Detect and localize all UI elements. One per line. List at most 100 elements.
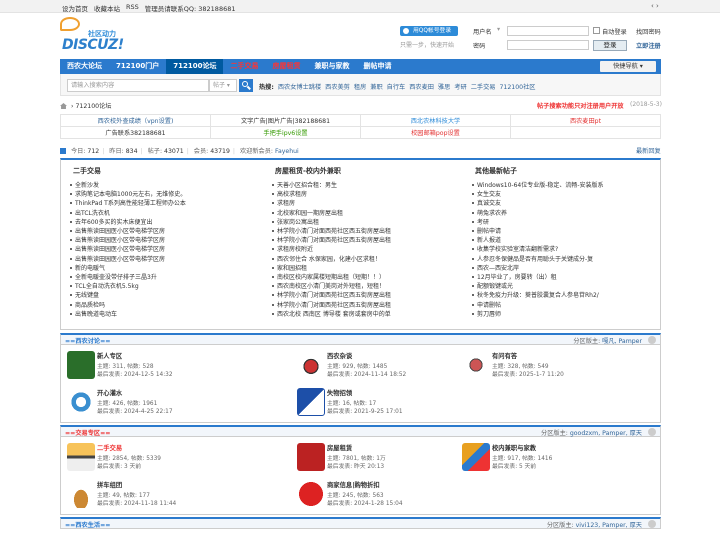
hot-search-link[interactable]: 兼职: [370, 82, 382, 91]
thread-item[interactable]: 出售熊读田园医小区带电梯学区房: [67, 245, 267, 254]
thread-item[interactable]: 出售熊读田园医小区带电梯学区房: [67, 255, 267, 264]
thread-item[interactable]: 12月毕业了，房要转（出）租: [469, 273, 669, 282]
quick-nav-button[interactable]: 快捷导航 ▾: [600, 61, 656, 72]
forum-name[interactable]: 拼车组团: [97, 480, 122, 489]
thread-title[interactable]: 高校求租房: [277, 191, 307, 198]
thread-item[interactable]: 西农北校 西南区 博导楼 套房或套房中的单: [269, 310, 469, 319]
thread-title[interactable]: 秋冬免疫力升级：葵普胶囊复合人参皂苷Rh2/: [477, 292, 599, 299]
hot-search-link[interactable]: 712100社区: [499, 82, 535, 91]
qa-icon[interactable]: [462, 351, 490, 379]
thread-title[interactable]: 西农南校区小清门美岗对外短租，短租！: [277, 283, 385, 290]
thread-item[interactable]: 新的电暖气: [67, 264, 267, 273]
section-title[interactable]: ==西农讨论==: [65, 336, 111, 345]
carpool-icon[interactable]: [67, 480, 95, 508]
thread-title[interactable]: 12月毕业了，房要转（出）租: [477, 274, 557, 281]
hot-search-link[interactable]: 西农麦田: [409, 82, 434, 91]
hot-search-link[interactable]: 西农女博士跳楼: [278, 82, 321, 91]
thread-item[interactable]: 人参忍冬保健品是否有用聪头于关键成分-复: [469, 255, 669, 264]
forum-last-post[interactable]: 最后发表: 2024-12-5 14:32: [97, 369, 173, 378]
thread-title[interactable]: 求租房: [277, 200, 295, 207]
set-homepage-link[interactable]: 设为首页: [62, 3, 88, 13]
thread-title[interactable]: 出TCL洗衣机: [75, 210, 110, 217]
thread-title[interactable]: 出售熊读田园医小区带电梯学区房: [75, 246, 165, 253]
collapse-toggle-icon[interactable]: [648, 336, 656, 344]
thread-item[interactable]: 收集学校实验室清洁翻新需求?: [469, 245, 669, 254]
forum-item[interactable]: 校内兼职与家教 主题: 917, 帖数: 1416 最后发表: 5 天前: [456, 440, 651, 476]
newest-member-link[interactable]: Fayehui: [275, 148, 299, 155]
thread-title[interactable]: 人参忍冬保健品是否有用聪头于关键成分-复: [477, 256, 593, 263]
section-title[interactable]: ==西农生活==: [65, 520, 111, 529]
thread-item[interactable]: 出售熊读田园医小区带电梯学区房: [67, 227, 267, 236]
thread-title[interactable]: 新人报道: [477, 237, 501, 244]
thread-title[interactable]: 申请删帖: [477, 302, 501, 309]
thread-title[interactable]: 天善小区招合租：男生: [277, 182, 337, 189]
ad-cell[interactable]: 文字广告|图片广告|382188681: [210, 114, 361, 127]
site-logo[interactable]: 社区动力 DISCUZ!: [60, 17, 130, 55]
thread-title[interactable]: Windows10-64位专业版-稳定、流畅-安装版系: [477, 182, 604, 189]
qq-login-button[interactable]: 用QQ帐号登录: [400, 26, 458, 36]
thread-item[interactable]: 林学院小清门对面西苑社区西五街房屋出租: [269, 227, 469, 236]
thread-title[interactable]: 出售熊读田园医小区带电梯学区房: [75, 228, 165, 235]
forum-last-post[interactable]: 最后发表: 2025-1-7 11:20: [492, 369, 564, 378]
topbar-arrows-icon[interactable]: ‹ ›: [651, 2, 659, 10]
thread-item[interactable]: 出售熊读田园医小区带电梯学区房: [67, 236, 267, 245]
thread-title[interactable]: 真诚交友: [477, 200, 501, 207]
thread-item[interactable]: 配额锻键或光: [469, 282, 669, 291]
nav-item[interactable]: 房屋租赁: [265, 59, 307, 74]
forum-last-post[interactable]: 最后发表: 2024-1-28 15:04: [327, 498, 403, 507]
search-type-select[interactable]: 帖子 ▾: [209, 79, 237, 92]
thread-item[interactable]: 商品质检吗: [67, 301, 267, 310]
thread-item[interactable]: Windows10-64位专业版-稳定、流畅-安装版系: [469, 181, 669, 190]
forum-item[interactable]: 失物招领 主题: 16, 帖数: 17 最后发表: 2021-9-25 17:01: [291, 385, 486, 421]
thread-title[interactable]: 西农—西安北岸: [477, 265, 519, 272]
login-button[interactable]: 登录: [593, 40, 627, 51]
forum-name[interactable]: 二手交易: [97, 443, 122, 452]
username-dropdown-icon[interactable]: ▾: [497, 26, 500, 33]
thread-item[interactable]: 去年600多买的实木床便宜出: [67, 218, 267, 227]
chat-icon[interactable]: [297, 351, 325, 379]
forum-last-post[interactable]: 最后发表: 2024-11-18 11:44: [97, 498, 176, 507]
nav-item[interactable]: 兼职与家教: [307, 59, 356, 74]
section-title[interactable]: ==交易专区==: [65, 428, 111, 437]
thread-title[interactable]: 去年600多买的实木床便宜出: [75, 219, 152, 226]
thread-title[interactable]: 出售晚道电动车: [75, 311, 117, 318]
thread-title[interactable]: 林学院小清门对面西苑社区西五街房屋出租: [277, 302, 391, 309]
home-icon[interactable]: [60, 103, 67, 109]
thread-title[interactable]: 新的电暖气: [75, 265, 105, 272]
username-input[interactable]: [507, 26, 589, 36]
thread-item[interactable]: 北校家和园一期房屋出租: [269, 209, 469, 218]
forum-last-post[interactable]: 最后发表: 2021-9-25 17:01: [327, 406, 403, 415]
thread-title[interactable]: 林学院小清门对面西苑社区西五街房屋出租: [277, 292, 391, 299]
thread-title[interactable]: 全新沙发: [75, 182, 99, 189]
thread-title[interactable]: 剪刀唇师: [477, 311, 501, 318]
forum-name[interactable]: 失物招领: [327, 388, 352, 397]
thread-item[interactable]: ThinkPad T系列高性能轻薄工程师办公本: [67, 199, 267, 208]
forum-item[interactable]: 商家信息|购物折扣 主题: 245, 帖数: 563 最后发表: 2024-1-28…: [291, 477, 486, 513]
site-notice[interactable]: 帖子搜索功能只对注册用户开放: [537, 101, 624, 110]
thread-item[interactable]: 天善小区招合租：男生: [269, 181, 469, 190]
ad-cell[interactable]: 西北农林科技大学: [360, 114, 511, 127]
ad-cell[interactable]: 西农校外查成绩（vpn设置): [60, 114, 211, 127]
thread-item[interactable]: 求购笔记本电脑1000元左右，无维修史。: [67, 190, 267, 199]
collapse-toggle-icon[interactable]: [648, 520, 656, 528]
thread-title[interactable]: 出售熊读田园医小区带电梯学区房: [75, 237, 165, 244]
thread-item[interactable]: 南校区校内家属楼短期出租（短期！！）: [269, 273, 469, 282]
thread-title[interactable]: 商品质检吗: [75, 302, 105, 309]
thread-item[interactable]: 家和园招租: [269, 264, 469, 273]
hot-search-link[interactable]: 自行车: [387, 82, 406, 91]
thread-item[interactable]: 秋冬免疫力升级：葵普胶囊复合人参皂苷Rh2/: [469, 291, 669, 300]
thread-title[interactable]: ThinkPad T系列高性能轻薄工程师办公本: [75, 200, 186, 207]
thread-item[interactable]: 林学院小清门对面西苑社区西五街房屋出租: [269, 291, 469, 300]
thread-item[interactable]: 林学院小清门对面西苑社区西五街房屋出租: [269, 301, 469, 310]
thread-item[interactable]: 张家岗公寓出租: [269, 218, 469, 227]
search-button[interactable]: [239, 79, 253, 92]
rss-link[interactable]: RSS: [126, 3, 139, 13]
hot-search-link[interactable]: 租房: [354, 82, 366, 91]
forum-last-post[interactable]: 最后发表: 2024-4-25 22:17: [97, 406, 173, 415]
thread-item[interactable]: 西农南校区小清门美岗对外短租，短租！: [269, 282, 469, 291]
thread-item[interactable]: 西农—西安北岸: [469, 264, 669, 273]
forum-last-post[interactable]: 最后发表: 2024-11-14 18:52: [327, 369, 406, 378]
rent-icon[interactable]: [297, 443, 325, 471]
nav-item[interactable]: 712100论坛: [166, 59, 224, 74]
thread-title[interactable]: 求购笔记本电脑1000元左右，无维修史。: [75, 191, 186, 198]
